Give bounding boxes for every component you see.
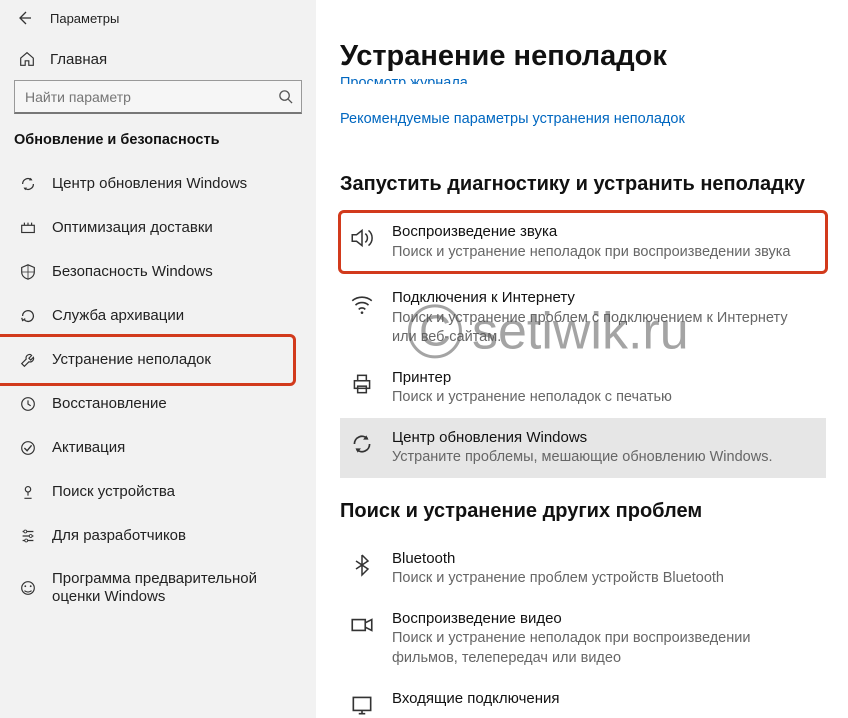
sync-icon <box>18 174 38 194</box>
sidebar-item-label: Служба архивации <box>52 307 298 325</box>
subheading-other: Поиск и устранение других проблем <box>340 500 826 523</box>
troubleshoot-tile-internet[interactable]: Подключения к Интернету Поиск и устранен… <box>340 278 826 358</box>
wrench-icon <box>18 350 38 370</box>
titlebar: Параметры <box>0 0 316 40</box>
link-recommended[interactable]: Рекомендуемые параметры устранения непол… <box>340 111 685 127</box>
sidebar-item-label: Программа предварительной оценки Windows <box>52 570 298 606</box>
sidebar-item-insider[interactable]: Программа предварительной оценки Windows <box>0 558 316 618</box>
incoming-icon <box>348 691 376 718</box>
troubleshoot-tile-bluetooth[interactable]: Bluetooth Поиск и устранение проблем уст… <box>340 539 826 599</box>
search-input[interactable] <box>14 80 302 114</box>
sidebar-item-home[interactable]: Главная <box>0 40 316 80</box>
main-panel: Устранение неполадок Просмотр журнала Ре… <box>316 0 848 718</box>
back-button[interactable] <box>14 8 34 28</box>
nav-list: Центр обновления Windows Оптимизация дос… <box>0 162 316 618</box>
shield-icon <box>18 262 38 282</box>
sidebar-item-find-my-device[interactable]: Поиск устройства <box>0 470 316 514</box>
sidebar-item-troubleshoot[interactable]: Устранение неполадок <box>0 338 316 382</box>
search-field[interactable] <box>25 89 278 105</box>
tile-title: Входящие подключения <box>392 689 812 709</box>
sidebar-item-label: Восстановление <box>52 395 298 413</box>
tile-title: Bluetooth <box>392 549 812 569</box>
subheading-diagnostics: Запустить диагностику и устранить непола… <box>340 173 826 196</box>
tile-title: Принтер <box>392 368 812 388</box>
sidebar-item-delivery-optimization[interactable]: Оптимизация доставки <box>0 206 316 250</box>
search-icon <box>278 89 293 104</box>
recovery-icon <box>18 394 38 414</box>
sidebar: Параметры Главная Обновление и безопасно… <box>0 0 316 718</box>
tile-title: Воспроизведение видео <box>392 609 812 629</box>
check-icon <box>18 438 38 458</box>
app-title: Параметры <box>50 11 119 26</box>
sidebar-item-windows-update[interactable]: Центр обновления Windows <box>0 162 316 206</box>
sync-icon <box>348 430 376 458</box>
sidebar-item-activation[interactable]: Активация <box>0 426 316 470</box>
bluetooth-icon <box>348 551 376 579</box>
tile-title: Подключения к Интернету <box>392 288 812 308</box>
printer-icon <box>348 370 376 398</box>
sliders-icon <box>18 526 38 546</box>
sidebar-item-label: Безопасность Windows <box>52 263 298 281</box>
tile-desc: Поиск и устранение проблем с подключение… <box>392 309 812 348</box>
location-icon <box>18 482 38 502</box>
sidebar-item-for-developers[interactable]: Для разработчиков <box>0 514 316 558</box>
sidebar-item-label: Устранение неполадок <box>52 351 298 369</box>
sidebar-item-label: Оптимизация доставки <box>52 219 298 237</box>
home-icon <box>18 50 36 68</box>
troubleshoot-tile-audio[interactable]: Воспроизведение звука Поиск и устранение… <box>340 212 826 272</box>
tile-desc: Поиск и устранение неполадок при воспрои… <box>392 629 812 668</box>
troubleshoot-tile-incoming[interactable]: Входящие подключения <box>340 679 826 718</box>
insider-icon <box>18 578 38 598</box>
tile-title: Центр обновления Windows <box>392 428 812 448</box>
home-label: Главная <box>50 51 107 68</box>
link-view-log[interactable]: Просмотр журнала <box>340 73 826 84</box>
sidebar-item-label: Активация <box>52 439 298 457</box>
section-header: Обновление и безопасность <box>0 132 316 162</box>
wifi-icon <box>348 290 376 318</box>
tile-desc: Поиск и устранение неполадок при воспрои… <box>392 243 812 263</box>
page-title: Устранение неполадок <box>340 40 826 73</box>
sidebar-item-label: Для разработчиков <box>52 527 298 545</box>
tile-title: Воспроизведение звука <box>392 222 812 242</box>
tile-desc: Поиск и устранение проблем устройств Blu… <box>392 569 812 589</box>
sidebar-item-label: Поиск устройства <box>52 483 298 501</box>
sidebar-item-backup[interactable]: Служба архивации <box>0 294 316 338</box>
troubleshoot-tile-printer[interactable]: Принтер Поиск и устранение неполадок с п… <box>340 358 826 418</box>
sidebar-item-label: Центр обновления Windows <box>52 175 298 193</box>
tile-desc: Поиск и устранение неполадок с печатью <box>392 388 812 408</box>
tile-desc: Устраните проблемы, мешающие обновлению … <box>392 448 812 468</box>
speaker-icon <box>348 224 376 252</box>
backup-icon <box>18 306 38 326</box>
sidebar-item-recovery[interactable]: Восстановление <box>0 382 316 426</box>
troubleshoot-tile-video[interactable]: Воспроизведение видео Поиск и устранение… <box>340 599 826 679</box>
troubleshoot-tile-windows-update[interactable]: Центр обновления Windows Устраните пробл… <box>340 418 826 478</box>
video-icon <box>348 611 376 639</box>
delivery-icon <box>18 218 38 238</box>
sidebar-item-windows-security[interactable]: Безопасность Windows <box>0 250 316 294</box>
